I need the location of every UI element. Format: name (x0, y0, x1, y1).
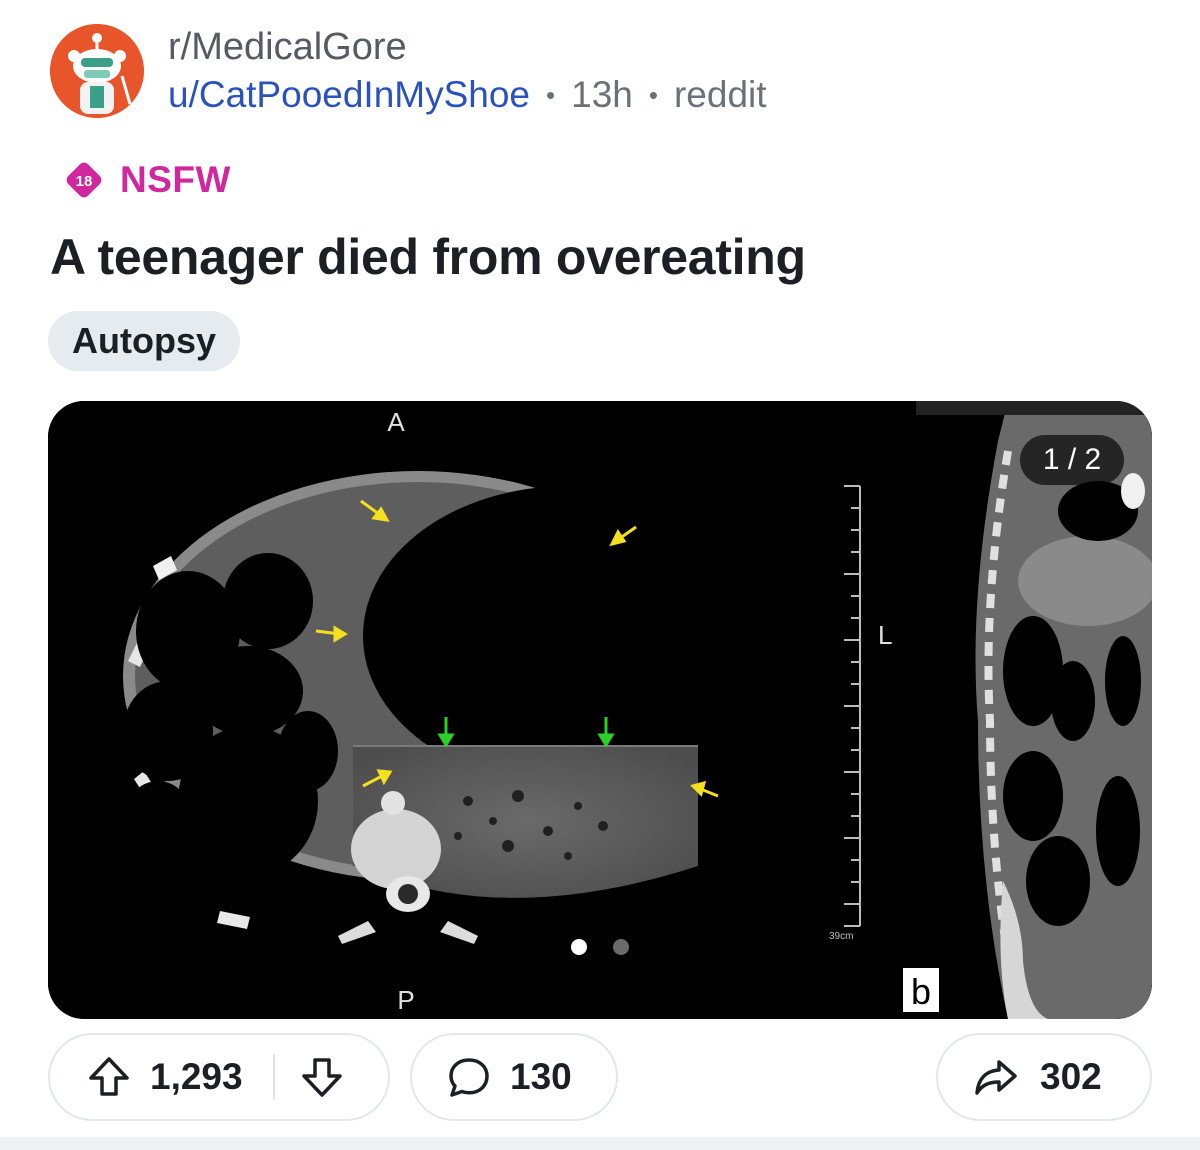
share-count: 302 (1040, 1056, 1102, 1097)
share-button[interactable]: 302 (936, 1033, 1152, 1121)
subreddit-avatar[interactable] (50, 24, 144, 118)
comment-count: 130 (510, 1056, 572, 1097)
nsfw-tag: 18 NSFW (62, 158, 231, 202)
pager-dot[interactable] (613, 939, 629, 955)
scan-label-left: L (878, 620, 892, 650)
post-meta: u/CatPooedInMyShoe • 13h • reddit (168, 74, 767, 116)
bottom-divider (0, 1137, 1200, 1150)
scan-scale-label: 39cm (829, 931, 853, 942)
scan-panel-label: b (911, 971, 931, 1012)
nsfw-label: NSFW (120, 159, 231, 200)
vote-divider (272, 1054, 275, 1100)
nsfw-diamond-icon: 18 (62, 158, 106, 202)
comment-bubble-icon (446, 1054, 492, 1100)
ct-scan-image: A P L 39cm b (48, 401, 1152, 1019)
pager-dot-active[interactable] (571, 939, 587, 955)
post-time: 13h (571, 74, 633, 115)
separator-dot: • (546, 79, 556, 110)
post-image[interactable]: A P L 39cm b (48, 401, 1152, 1019)
author-username[interactable]: u/CatPooedInMyShoe (168, 74, 530, 116)
surgeon-snoo-icon (50, 24, 144, 118)
scan-label-anterior: A (387, 407, 405, 437)
vote-control: 1,293 (48, 1033, 390, 1121)
upvote-arrow-icon[interactable] (86, 1054, 132, 1100)
post-flair[interactable]: Autopsy (48, 311, 240, 371)
separator-dot: • (648, 79, 658, 110)
share-arrow-icon (972, 1054, 1020, 1100)
nsfw-age-label: 18 (76, 173, 93, 190)
post-title[interactable]: A teenager died from overeating (50, 228, 806, 286)
downvote-arrow-icon[interactable] (299, 1054, 345, 1100)
comments-button[interactable]: 130 (410, 1033, 618, 1121)
scan-label-posterior: P (397, 985, 414, 1015)
upvote-count: 1,293 (150, 1056, 243, 1097)
post-source: reddit (673, 74, 767, 115)
subreddit-name[interactable]: r/MedicalGore (168, 26, 407, 69)
image-counter: 1 / 2 (1020, 435, 1124, 485)
